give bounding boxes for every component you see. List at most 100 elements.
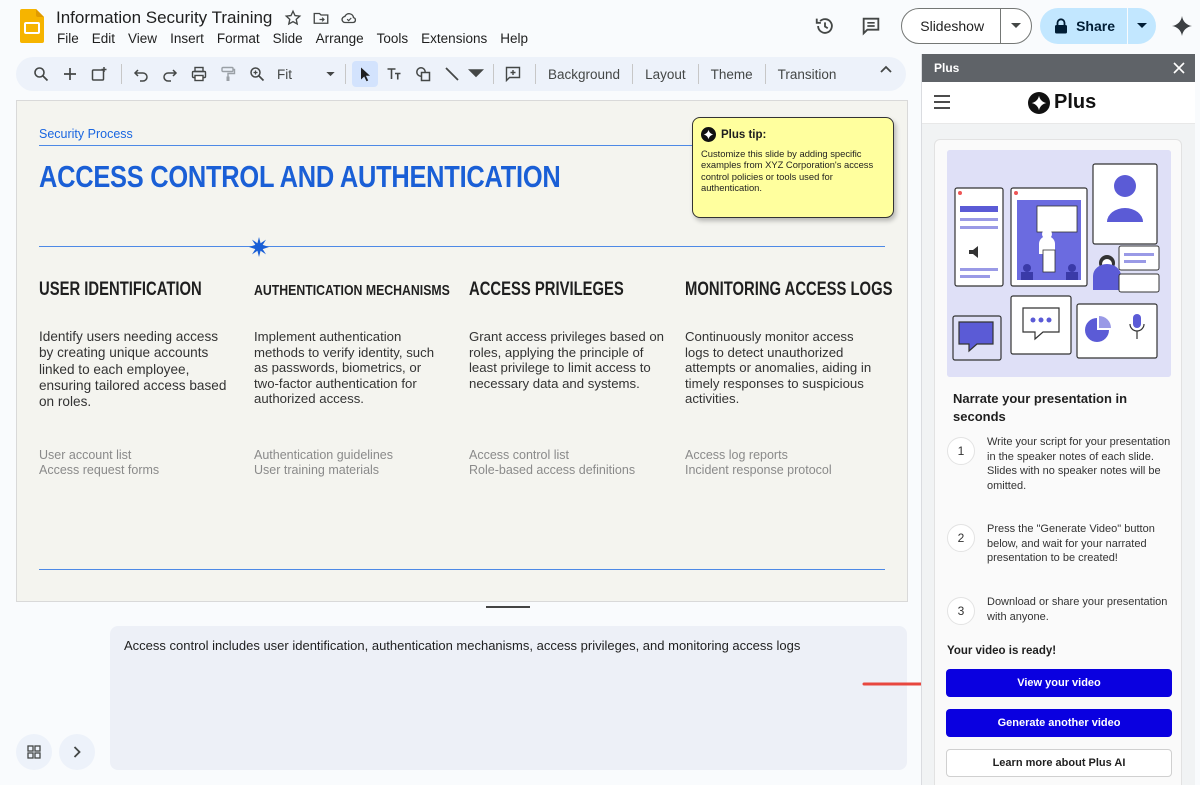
menu-extensions[interactable]: Extensions — [421, 31, 487, 46]
slide-subtitle[interactable]: Security Process — [39, 127, 133, 141]
new-slide-plus-icon[interactable] — [57, 61, 83, 87]
menu-arrange[interactable]: Arrange — [316, 31, 364, 46]
cloud-saved-icon[interactable] — [340, 9, 358, 27]
menu-tools[interactable]: Tools — [377, 31, 409, 46]
menu-file[interactable]: File — [57, 31, 79, 46]
column-body[interactable]: Identify users needing access by creatin… — [39, 329, 235, 410]
slide-bottom-rule — [39, 569, 885, 570]
document-title[interactable]: Information Security Training — [56, 8, 272, 28]
close-icon[interactable] — [1173, 62, 1185, 74]
toolbar-divider — [493, 64, 494, 84]
reference-item: User account list — [39, 448, 132, 462]
paint-format-icon[interactable] — [215, 61, 241, 87]
column-references[interactable]: Access log reports Incident response pro… — [685, 448, 885, 477]
menu-format[interactable]: Format — [217, 31, 260, 46]
line-icon[interactable] — [439, 61, 465, 87]
column-body[interactable]: Implement authentication methods to veri… — [254, 329, 440, 407]
slides-app: Information Security Training File Edit … — [0, 0, 1200, 785]
select-cursor-icon[interactable] — [352, 61, 378, 87]
menu-slide[interactable]: Slide — [273, 31, 303, 46]
generate-another-video-button[interactable]: Generate another video — [946, 709, 1172, 737]
plus-brand: Plus — [1028, 91, 1096, 114]
menu-view[interactable]: View — [128, 31, 157, 46]
reference-item: Role-based access definitions — [469, 462, 636, 477]
narrate-title: Narrate your presentation in seconds — [953, 391, 1128, 424]
share-dropdown-icon[interactable] — [1128, 23, 1156, 29]
reference-item: Access control list — [469, 448, 570, 462]
step-text: Write your script for your presentation … — [987, 436, 1171, 492]
line-dropdown-icon[interactable] — [468, 61, 484, 87]
column-heading[interactable]: AUTHENTICATION MECHANISMS — [254, 279, 450, 303]
panel-header-title: Plus — [934, 61, 960, 75]
column-body[interactable]: Grant access privileges based on roles, … — [469, 329, 665, 391]
editor-toolbar: Fit Background Layout Theme Transition — [16, 57, 906, 91]
grid-view-button[interactable] — [16, 734, 52, 770]
view-video-button[interactable]: View your video — [946, 669, 1172, 697]
column-authentication-mechanisms: AUTHENTICATION MECHANISMS Implement auth… — [254, 279, 450, 407]
undo-icon[interactable] — [128, 61, 154, 87]
share-button[interactable]: Share — [1040, 8, 1128, 44]
panel-header: Plus — [922, 54, 1195, 82]
print-icon[interactable] — [186, 61, 212, 87]
menu-help[interactable]: Help — [500, 31, 528, 46]
theme-button[interactable]: Theme — [705, 67, 759, 82]
notes-resize-handle[interactable] — [486, 606, 530, 608]
column-heading[interactable]: MONITORING ACCESS LOGS — [685, 279, 893, 303]
toolbar-divider — [632, 64, 634, 84]
layout-button[interactable]: Layout — [639, 67, 692, 82]
step-3: 3 Download or share your presentation wi… — [947, 595, 1175, 625]
narration-card: Narrate your presentation in seconds 1 W… — [934, 139, 1182, 785]
column-access-privileges: ACCESS PRIVILEGES Grant access privilege… — [469, 279, 665, 391]
slideshow-dropdown-icon[interactable] — [1001, 23, 1031, 29]
plus-side-panel: Plus Plus Narrate your presentation in s… — [921, 54, 1195, 785]
step-1: 1 Write your script for your presentatio… — [947, 435, 1175, 493]
zoom-select[interactable]: Fit — [273, 67, 339, 82]
new-slide-layout-icon[interactable] — [86, 61, 112, 87]
document-title-row: Information Security Training — [56, 8, 358, 28]
slides-logo-icon[interactable] — [20, 9, 44, 43]
column-heading[interactable]: USER IDENTIFICATION — [39, 279, 202, 303]
column-references[interactable]: Authentication guidelines User training … — [254, 448, 454, 477]
text-box-icon[interactable] — [381, 61, 407, 87]
image-shape-icon[interactable] — [410, 61, 436, 87]
comments-icon[interactable] — [859, 14, 883, 38]
column-references[interactable]: Access control list Role-based access de… — [469, 448, 669, 477]
background-button[interactable]: Background — [542, 67, 626, 82]
slideshow-button-group: Slideshow — [901, 8, 1033, 44]
learn-more-button[interactable]: Learn more about Plus AI — [946, 749, 1172, 777]
move-folder-icon[interactable] — [312, 9, 330, 27]
share-button-group: Share — [1040, 8, 1156, 44]
transition-button[interactable]: Transition — [772, 67, 843, 82]
lock-icon — [1055, 18, 1068, 34]
grid-view-icon — [27, 745, 41, 759]
collapse-toolbar-chevron-icon[interactable] — [880, 65, 892, 73]
menu-edit[interactable]: Edit — [92, 31, 115, 46]
zoom-icon[interactable] — [244, 61, 270, 87]
plus-tip-callout[interactable]: Plus tip: Customize this slide by adding… — [692, 117, 894, 218]
add-comment-icon[interactable] — [500, 61, 526, 87]
column-heading[interactable]: ACCESS PRIVILEGES — [469, 279, 624, 303]
starburst-icon — [249, 237, 269, 257]
column-user-identification: USER IDENTIFICATION Identify users needi… — [39, 279, 235, 410]
column-body[interactable]: Continuously monitor access logs to dete… — [685, 329, 875, 407]
slide-middle-rule — [39, 246, 885, 247]
toolbar-divider — [764, 64, 766, 84]
speaker-notes[interactable]: Access control includes user identificat… — [110, 626, 907, 770]
header-actions: Slideshow Share — [813, 6, 1200, 46]
plus-logo-icon — [1028, 91, 1050, 114]
menu-insert[interactable]: Insert — [170, 31, 204, 46]
star-icon[interactable] — [284, 9, 302, 27]
version-history-icon[interactable] — [813, 14, 837, 38]
slideshow-button[interactable]: Slideshow — [902, 9, 1002, 43]
gemini-sparkle-icon[interactable] — [1170, 14, 1194, 38]
slide-title[interactable]: ACCESS CONTROL AND AUTHENTICATION — [39, 159, 561, 195]
column-references[interactable]: User account list Access request forms — [39, 448, 239, 477]
toolbar-divider — [345, 64, 346, 84]
toolbar-divider — [121, 64, 122, 84]
redo-icon[interactable] — [157, 61, 183, 87]
expand-filmstrip-button[interactable] — [59, 734, 95, 770]
zoom-dropdown-icon — [326, 71, 335, 76]
slide-canvas[interactable]: Security Process ACCESS CONTROL AND AUTH… — [16, 100, 908, 602]
search-menus-icon[interactable] — [28, 61, 54, 87]
hamburger-menu-icon[interactable] — [934, 95, 950, 109]
